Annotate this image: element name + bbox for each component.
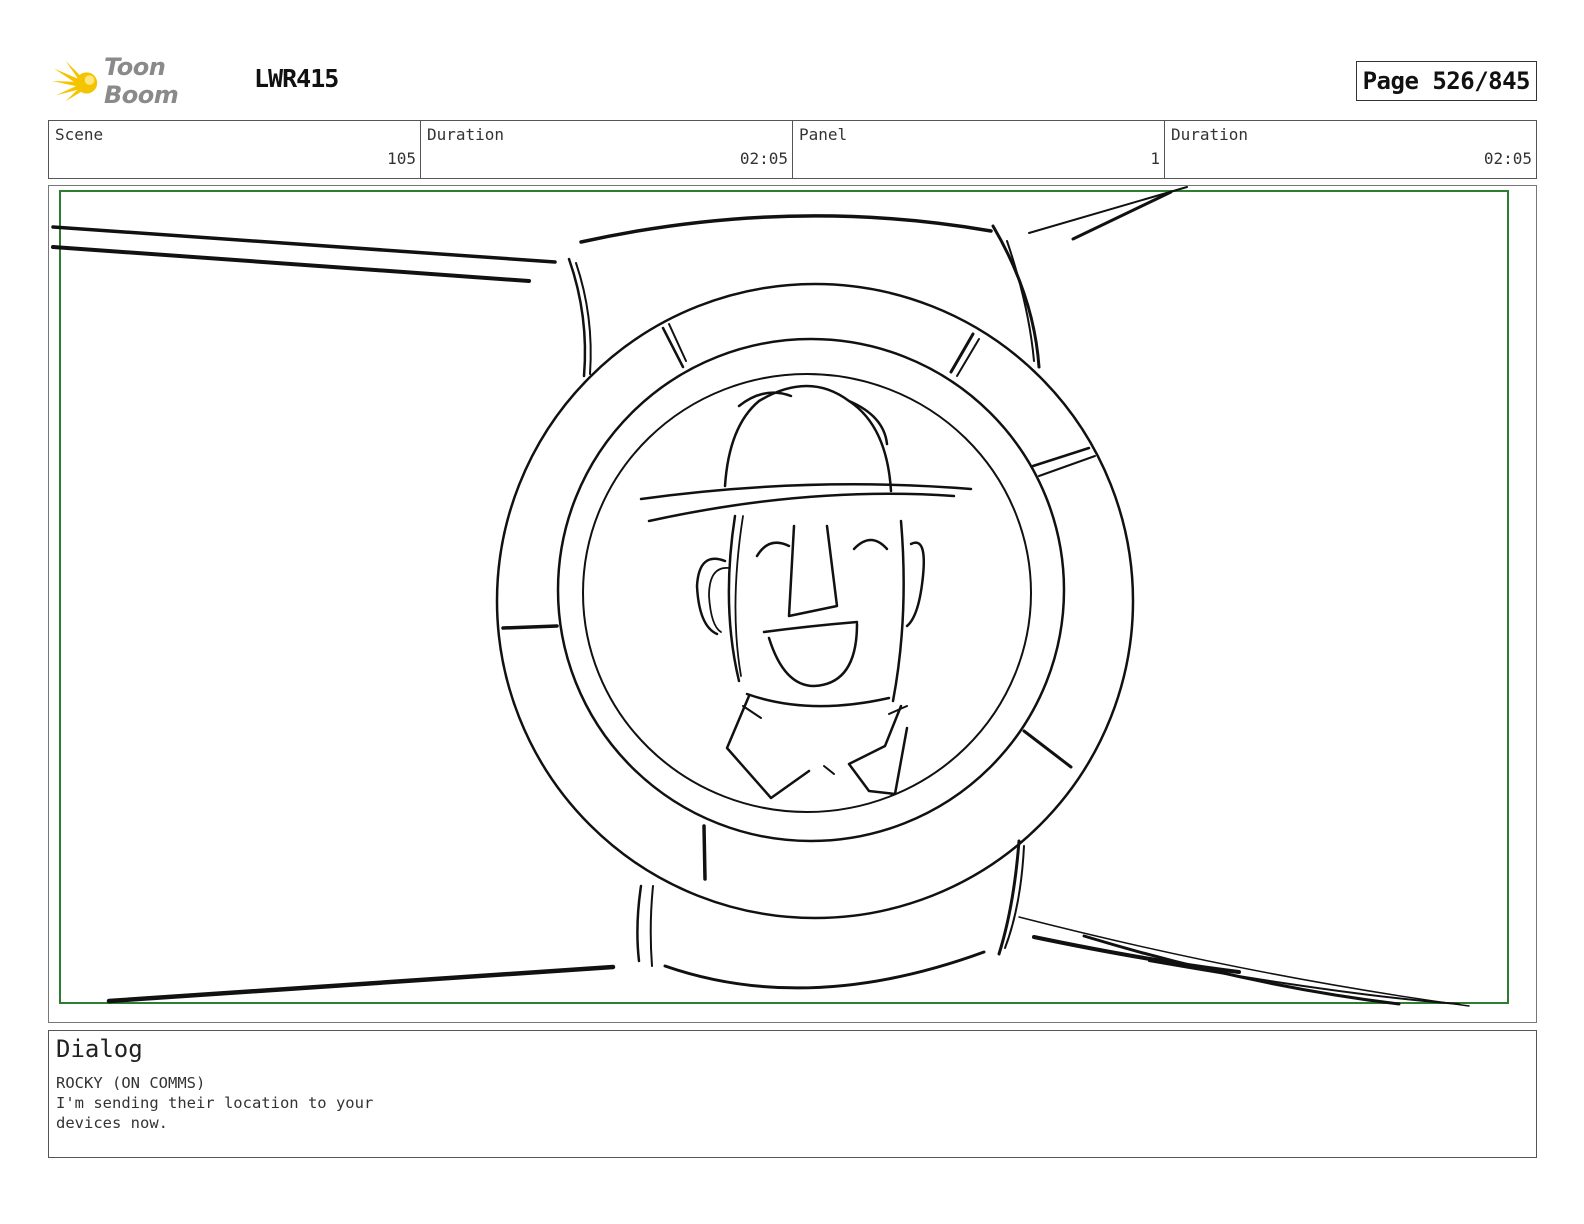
page-header: Toon Boom LWR415 Page 526/845 <box>48 53 1537 109</box>
panel-value: 1 <box>1150 149 1160 168</box>
scene-label: Scene <box>55 125 104 144</box>
page-counter: Page 526/845 <box>1355 61 1537 101</box>
scene-duration-value: 02:05 <box>739 149 788 168</box>
project-code: LWR415 <box>254 64 339 93</box>
scene-duration-cell: Duration 02:05 <box>421 121 793 178</box>
star-burst-icon <box>52 60 98 102</box>
toon-boom-logo: Toon Boom <box>52 53 242 109</box>
dialog-box: Dialog ROCKY (ON COMMS) I'm sending thei… <box>48 1030 1537 1158</box>
panel-label: Panel <box>799 125 848 144</box>
logo-text: Toon Boom <box>104 53 179 109</box>
sketch-strokes <box>51 186 1470 1007</box>
scene-info-table: Scene 105 Duration 02:05 Panel 1 Duratio… <box>48 120 1537 179</box>
panel-duration-cell: Duration 02:05 <box>1165 121 1536 178</box>
scene-duration-label: Duration <box>427 125 505 144</box>
panel-sketch <box>51 186 1509 1007</box>
scene-value: 105 <box>387 149 416 168</box>
dialog-title: Dialog <box>56 1035 143 1063</box>
scene-cell: Scene 105 <box>49 121 421 178</box>
storyboard-panel <box>48 185 1537 1023</box>
panel-duration-label: Duration <box>1171 125 1249 144</box>
dialog-text: ROCKY (ON COMMS) I'm sending their locat… <box>56 1074 374 1132</box>
panel-duration-value: 02:05 <box>1483 149 1532 168</box>
panel-cell: Panel 1 <box>793 121 1165 178</box>
safe-area-border <box>59 190 1509 1004</box>
